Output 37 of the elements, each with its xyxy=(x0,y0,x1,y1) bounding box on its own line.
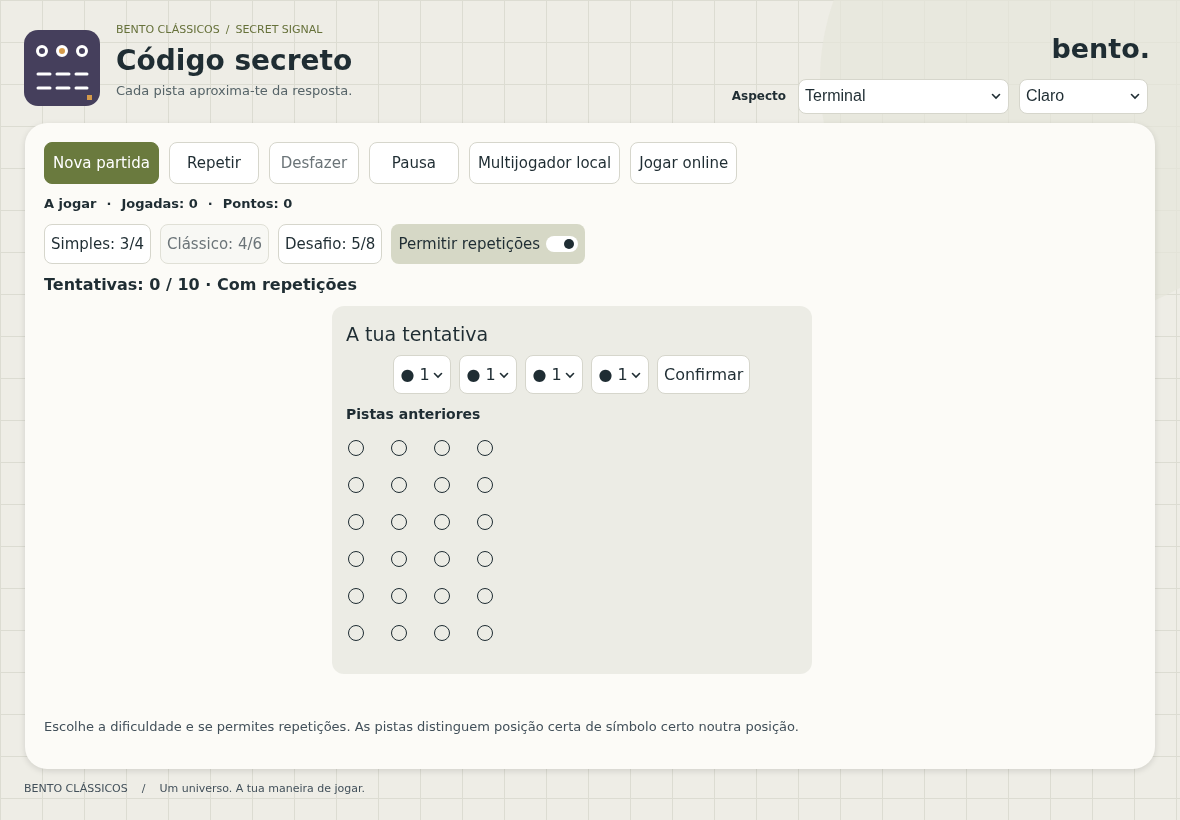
brand-logo: bento. xyxy=(1051,32,1150,66)
breadcrumb-separator: / xyxy=(225,22,230,38)
symbol-select[interactable]: ● 1 xyxy=(393,355,451,394)
page-title: Código secreto xyxy=(116,42,353,79)
symbol-select[interactable]: ● 1 xyxy=(459,355,517,394)
action-button[interactable]: Pausa xyxy=(368,142,459,184)
attempts-status: Tentativas: 0 / 10 · Com repetições xyxy=(44,274,358,296)
difficulty-tab[interactable]: Clássico: 4/6 xyxy=(160,224,270,264)
action-button[interactable]: Multijogador local xyxy=(468,142,621,184)
breadcrumb-link[interactable]: SECRET SIGNAL xyxy=(235,22,323,39)
footer-separator: / xyxy=(141,781,146,797)
history-label: Pistas anteriores xyxy=(346,405,482,424)
action-button[interactable]: Jogar online xyxy=(630,142,738,184)
status-text: A jogar xyxy=(44,195,97,214)
separator-dot: · xyxy=(207,195,213,214)
status-text: Pontos: 0 xyxy=(222,195,293,214)
action-button[interactable]: Nova partida xyxy=(44,142,159,184)
difficulty-tab[interactable]: Desafio: 5/8 xyxy=(278,224,383,264)
toggle-switch[interactable] xyxy=(546,236,579,252)
help-text: Escolhe a dificuldade e se permites repetições. As pistas distinguem posição certa de símbolo certo noutra posição. xyxy=(44,718,800,736)
symbol-select[interactable]: ● 1 xyxy=(525,355,583,394)
breadcrumb-link[interactable]: BENTO CLÁSSICOS xyxy=(116,22,220,39)
theme-select[interactable]: Terminal xyxy=(798,78,1009,114)
action-button[interactable]: Repetir xyxy=(168,142,259,184)
appearance-label: Aspecto xyxy=(731,88,786,105)
toggle-label: Permitir repetições xyxy=(398,233,541,255)
footer-text: Um universo. A tua maneira de jogar. xyxy=(159,781,366,797)
app-logo-icon xyxy=(24,30,100,106)
status-text: Jogadas: 0 xyxy=(121,195,198,214)
panel-title: A tua tentativa xyxy=(346,322,490,346)
separator-dot: · xyxy=(106,195,112,214)
page-subtitle: Cada pista aproxima-te da resposta. xyxy=(116,81,353,100)
symbol-select[interactable]: ● 1 xyxy=(591,355,649,394)
footer-text: BENTO CLÁSSICOS xyxy=(24,781,128,797)
difficulty-tab[interactable]: Simples: 3/4 xyxy=(44,224,151,264)
confirm-button[interactable]: Confirmar xyxy=(657,355,751,394)
mode-select[interactable]: Claro xyxy=(1019,78,1148,114)
